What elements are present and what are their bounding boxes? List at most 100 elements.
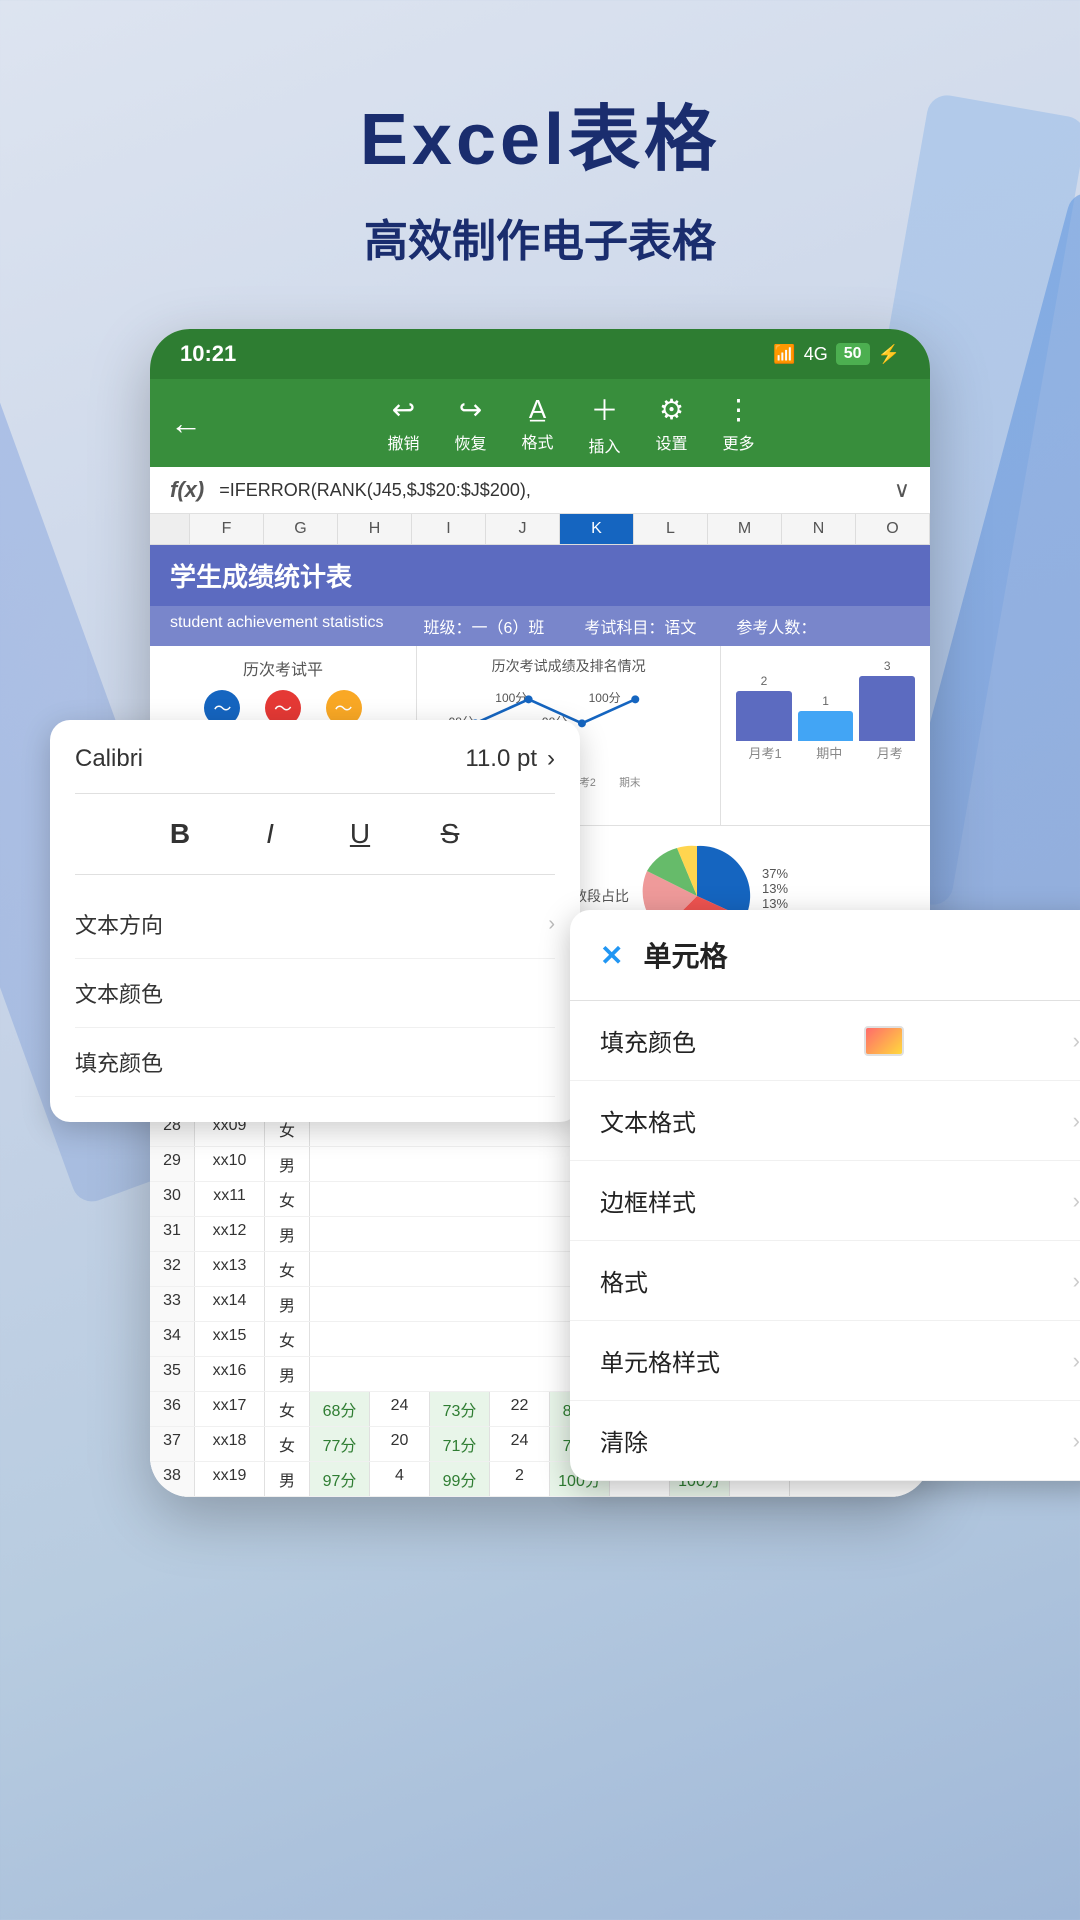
text-format-item[interactable]: 文本格式 › — [570, 1081, 1080, 1161]
text-format-label: 文本格式 — [600, 1103, 696, 1138]
row-num-37: 37 — [150, 1427, 195, 1461]
format-buttons-row: B I U S — [75, 809, 555, 859]
row-r1-37: 20 — [370, 1427, 430, 1461]
settings-icon: ⚙ — [659, 393, 684, 426]
charging-icon: ⚡ — [878, 344, 900, 365]
row-num-31: 31 — [150, 1217, 195, 1251]
format-divider-2 — [75, 874, 555, 875]
settings-button[interactable]: ⚙ 设置 — [656, 393, 688, 454]
row-gender-38: 男 — [265, 1462, 310, 1496]
col-header-K[interactable]: K — [560, 514, 634, 544]
underline-button[interactable]: U — [335, 809, 385, 859]
row-gender-34: 女 — [265, 1322, 310, 1356]
redo-label: 恢复 — [454, 430, 486, 454]
status-icons: 📶 4G 50 ⚡ — [773, 343, 900, 365]
fill-color-label: 填充颜色 — [75, 1046, 163, 1078]
format-button[interactable]: A̲ 格式 — [521, 394, 553, 453]
bar-x-labels: 月考1 期中 月考 — [731, 743, 920, 762]
format-arrow: › — [1073, 1268, 1080, 1294]
fill-color-preview-item[interactable]: 填充颜色 › — [570, 1001, 1080, 1081]
bar-num-2: 1 — [822, 694, 829, 708]
text-direction-item[interactable]: 文本方向 › — [75, 890, 555, 959]
page-subtitle: 高效制作电子表格 — [364, 205, 716, 269]
insert-icon: ＋ — [591, 389, 619, 429]
row-num-33: 33 — [150, 1287, 195, 1321]
fill-color-item[interactable]: 填充颜色 — [75, 1028, 555, 1097]
row-num-header — [150, 514, 190, 544]
undo-label: 撤销 — [387, 430, 419, 454]
text-direction-arrow: › — [548, 913, 555, 936]
row-s2-38: 99分 — [430, 1462, 490, 1496]
bar-item-3: 3 — [859, 659, 915, 741]
row-r1-36: 24 — [370, 1392, 430, 1426]
sheet-title: 学生成绩统计表 — [150, 545, 930, 606]
signal-icon: 📶 — [773, 344, 795, 365]
strikethrough-button[interactable]: S — [425, 809, 475, 859]
bar-chart-area: 2 1 3 月考1 期中 月考 — [720, 646, 930, 825]
format-divider-1 — [75, 793, 555, 794]
bar-chart-simple: 2 1 3 — [731, 661, 920, 741]
formula-text[interactable]: =IFERROR(RANK(J45,$J$20:$J$200), — [219, 480, 879, 501]
col-header-I[interactable]: I — [412, 514, 486, 544]
pie-pct-3: 13% — [762, 896, 788, 911]
row-id-33: xx14 — [195, 1287, 265, 1321]
row-id-30: xx11 — [195, 1182, 265, 1216]
column-headers: F G H I J K L M N O — [150, 514, 930, 545]
format-panel: Calibri 11.0 pt › B I U S 文本方向 › 文本颜色 填充… — [50, 720, 580, 1122]
subtitle-class: 班级：一（6）班 — [423, 614, 544, 638]
italic-button[interactable]: I — [245, 809, 295, 859]
bold-button[interactable]: B — [155, 809, 205, 859]
more-button[interactable]: ⋮ 更多 — [723, 393, 755, 454]
subtitle-subject: 考试科目：语文 — [584, 614, 696, 638]
row-r2-37: 24 — [490, 1427, 550, 1461]
color-preview-swatch — [864, 1026, 904, 1056]
row-id-38: xx19 — [195, 1462, 265, 1496]
more-icon: ⋮ — [725, 393, 753, 426]
row-num-32: 32 — [150, 1252, 195, 1286]
chart-left-title: 历次考试平 — [165, 656, 401, 680]
format-size-arrow[interactable]: › — [547, 745, 555, 773]
row-s1-36: 68分 — [310, 1392, 370, 1426]
insert-button[interactable]: ＋ 插入 — [589, 389, 621, 457]
status-time: 10:21 — [180, 341, 236, 367]
col-header-J[interactable]: J — [486, 514, 560, 544]
border-style-item[interactable]: 边框样式 › — [570, 1161, 1080, 1241]
bar-num-1: 2 — [761, 674, 768, 688]
bar-x-3: 月考 — [877, 743, 903, 762]
format-label: 格式 — [521, 429, 553, 453]
col-header-M[interactable]: M — [708, 514, 782, 544]
page-title: Excel表格 — [360, 80, 720, 185]
row-id-37: xx18 — [195, 1427, 265, 1461]
col-header-L[interactable]: L — [634, 514, 708, 544]
toolbar-actions: ↩ 撤销 ↪ 恢复 A̲ 格式 ＋ 插入 ⚙ 设置 — [232, 389, 910, 457]
col-header-G[interactable]: G — [264, 514, 338, 544]
sheet-title-text: 学生成绩统计表 — [170, 562, 352, 592]
cell-panel-close-button[interactable]: ✕ — [600, 939, 623, 972]
row-gender-32: 女 — [265, 1252, 310, 1286]
format-item[interactable]: 格式 › — [570, 1241, 1080, 1321]
row-id-31: xx12 — [195, 1217, 265, 1251]
subtitle-count: 参考人数： — [736, 614, 816, 638]
text-direction-label: 文本方向 — [75, 908, 163, 940]
row-s2-37: 71分 — [430, 1427, 490, 1461]
col-header-F[interactable]: F — [190, 514, 264, 544]
border-style-arrow: › — [1073, 1188, 1080, 1214]
battery-indicator: 50 — [836, 343, 870, 365]
text-color-item[interactable]: 文本颜色 — [75, 959, 555, 1028]
back-button[interactable]: ← — [170, 405, 202, 442]
redo-button[interactable]: ↪ 恢复 — [454, 393, 486, 454]
col-header-H[interactable]: H — [338, 514, 412, 544]
col-header-N[interactable]: N — [782, 514, 856, 544]
row-num-38: 38 — [150, 1462, 195, 1496]
cell-panel-header: ✕ 单元格 — [570, 910, 1080, 1001]
col-header-O[interactable]: O — [856, 514, 930, 544]
cell-style-item[interactable]: 单元格样式 › — [570, 1321, 1080, 1401]
row-num-29: 29 — [150, 1147, 195, 1181]
clear-item[interactable]: 清除 › — [570, 1401, 1080, 1481]
format-panel-header: Calibri 11.0 pt › — [75, 745, 555, 773]
formula-bar: f(x) =IFERROR(RANK(J45,$J$20:$J$200), ∨ — [150, 467, 930, 514]
subtitle-achievement: student achievement statistics — [170, 614, 383, 638]
undo-button[interactable]: ↩ 撤销 — [387, 393, 419, 454]
bar-item-1: 2 — [736, 674, 792, 741]
formula-expand-icon[interactable]: ∨ — [894, 477, 910, 503]
